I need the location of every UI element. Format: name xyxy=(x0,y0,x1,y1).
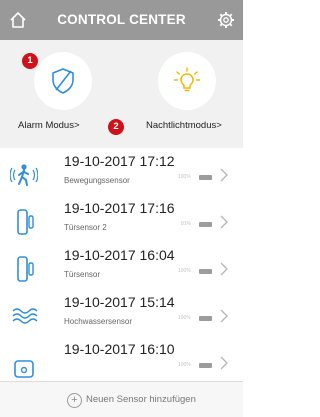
sensor-name: Türsensor 2 xyxy=(64,223,107,232)
battery-percent: 81% xyxy=(181,221,192,227)
battery-percent: 100% xyxy=(178,268,191,274)
sensor-icon xyxy=(14,360,34,378)
chevron-right-icon[interactable] xyxy=(219,262,229,276)
alarm-mode-button[interactable] xyxy=(34,52,92,110)
page-title: CONTROL CENTER xyxy=(57,12,186,27)
battery-percent: 100% xyxy=(178,315,191,321)
chevron-right-icon[interactable] xyxy=(219,356,229,370)
gear-icon[interactable] xyxy=(216,10,236,30)
control-center-screen: CONTROL CENTER 1 Alarm Modus> 2 Nachtlic… xyxy=(0,0,243,417)
battery-icon xyxy=(199,363,212,368)
lightbulb-icon xyxy=(173,67,201,92)
nightlight-mode-label[interactable]: Nachtlichtmodus> xyxy=(146,120,222,131)
sensor-timestamp: 19-10-2017 16:04 xyxy=(64,247,175,263)
battery-icon xyxy=(199,175,212,180)
sensor-list: 19-10-2017 17:12 Bewegungssensor 100% 19… xyxy=(0,148,243,381)
add-sensor-button[interactable]: + Neuen Sensor hinzufügen xyxy=(0,381,243,417)
battery-percent: 100% xyxy=(178,174,191,180)
door-sensor-icon xyxy=(17,209,34,235)
step-badge-2: 2 xyxy=(108,119,124,135)
nightlight-mode-button[interactable] xyxy=(158,52,216,110)
step-badge-1: 1 xyxy=(22,53,38,69)
header-bar: CONTROL CENTER xyxy=(0,0,243,40)
chevron-right-icon[interactable] xyxy=(219,215,229,229)
sensor-name: Türsensor xyxy=(64,270,101,279)
sensor-name: Hochwassersensor xyxy=(64,317,133,326)
sensor-row[interactable]: 19-10-2017 16:10 100% xyxy=(0,336,243,381)
alarm-mode-label[interactable]: Alarm Modus> xyxy=(18,120,80,131)
battery-percent: 100% xyxy=(178,362,191,368)
sensor-timestamp: 19-10-2017 17:12 xyxy=(64,153,175,169)
sensor-timestamp: 19-10-2017 15:14 xyxy=(64,294,175,310)
battery-icon xyxy=(199,269,212,274)
chevron-right-icon[interactable] xyxy=(219,168,229,182)
water-sensor-icon xyxy=(12,308,38,324)
sensor-name: Bewegungssensor xyxy=(64,176,130,185)
sensor-timestamp: 19-10-2017 16:10 xyxy=(64,341,175,357)
chevron-right-icon[interactable] xyxy=(219,309,229,323)
shield-off-icon xyxy=(52,68,74,94)
plus-icon: + xyxy=(67,393,82,408)
motion-sensor-icon xyxy=(10,164,38,186)
battery-icon xyxy=(199,222,212,227)
battery-icon xyxy=(199,316,212,321)
add-sensor-label: Neuen Sensor hinzufügen xyxy=(86,394,196,405)
door-sensor-icon xyxy=(17,256,34,282)
mode-panel: 1 Alarm Modus> 2 Nachtlichtmodus> xyxy=(0,40,243,148)
sensor-timestamp: 19-10-2017 17:16 xyxy=(64,200,175,216)
